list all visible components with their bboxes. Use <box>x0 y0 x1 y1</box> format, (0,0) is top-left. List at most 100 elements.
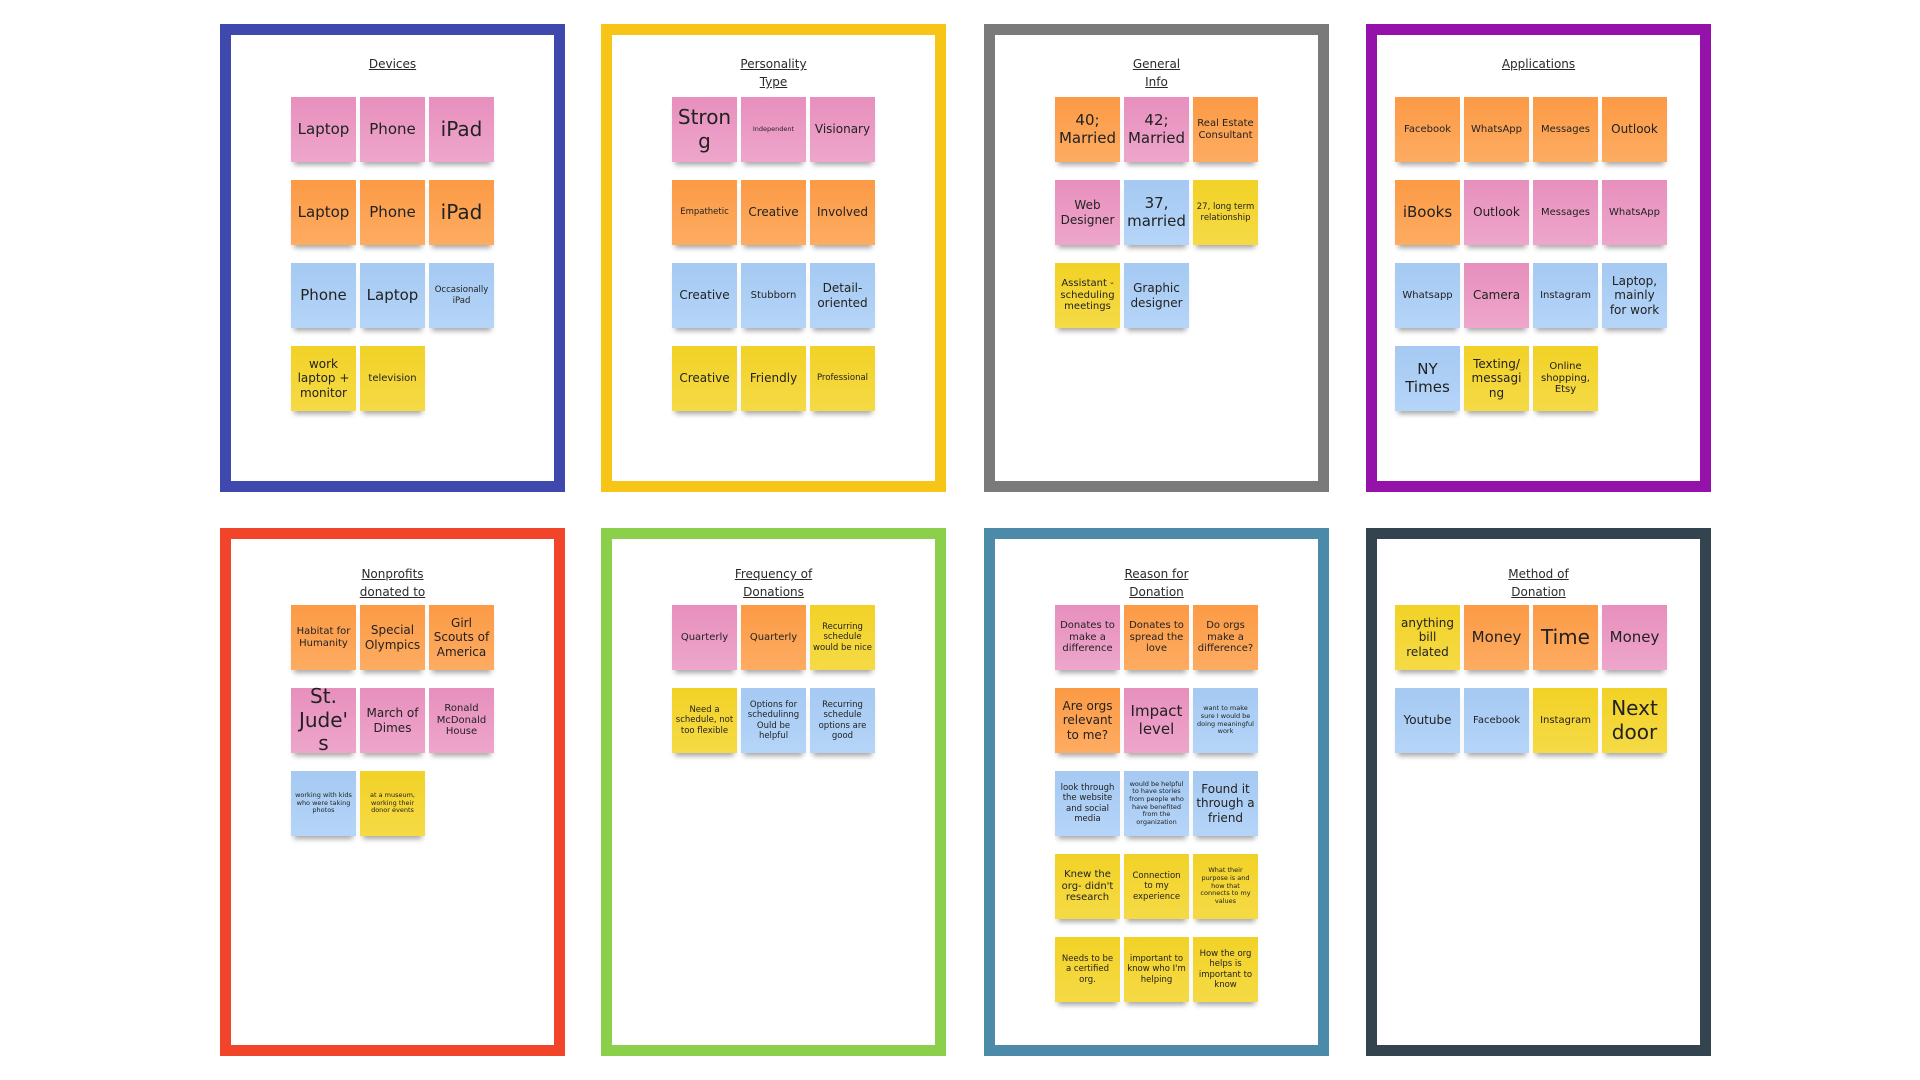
sticky-note[interactable]: Camera <box>1464 263 1529 328</box>
sticky-note[interactable]: Assistant - scheduling meetings <box>1055 263 1120 328</box>
sticky-note[interactable]: Time <box>1533 605 1598 670</box>
sticky-note[interactable]: March of Dimes <box>360 688 425 753</box>
sticky-note[interactable]: Need a schedule, not too flexible <box>672 688 737 753</box>
sticky-note[interactable]: Money <box>1464 605 1529 670</box>
sticky-note[interactable]: Laptop <box>360 263 425 328</box>
sticky-note[interactable]: What their purpose is and how that conne… <box>1193 854 1258 919</box>
sticky-note[interactable]: Donates to make a difference <box>1055 605 1120 670</box>
sticky-note[interactable]: St. Jude's <box>291 684 356 755</box>
sticky-note[interactable]: iPad <box>429 97 494 162</box>
sticky-note[interactable]: 40; Married <box>1055 97 1120 162</box>
sticky-note[interactable]: look through the website and social medi… <box>1055 771 1120 836</box>
sticky-note[interactable]: Phone <box>291 263 356 328</box>
board-applications[interactable]: Applications Facebook WhatsApp Messages Out… <box>1366 24 1711 492</box>
sticky-note[interactable]: Quarterly <box>672 605 737 670</box>
sticky-note[interactable]: Girl Scouts of America <box>429 605 494 670</box>
sticky-notes: Facebook WhatsApp Messages Outlook iBooks Out… <box>1395 97 1667 411</box>
sticky-note[interactable]: Involved <box>810 180 875 245</box>
sticky-note[interactable]: Habitat for Humanity <box>291 605 356 670</box>
sticky-note[interactable]: Creative <box>672 263 737 328</box>
sticky-note[interactable]: Creative <box>672 346 737 411</box>
sticky-note[interactable]: Outlook <box>1464 180 1529 245</box>
sticky-note[interactable]: Whatsapp <box>1395 263 1460 328</box>
sticky-note[interactable]: WhatsApp <box>1464 97 1529 162</box>
sticky-note[interactable]: Phone <box>360 97 425 162</box>
sticky-note[interactable]: working with kids who were taking photos <box>291 771 356 836</box>
sticky-note[interactable]: WhatsApp <box>1602 180 1667 245</box>
sticky-note[interactable]: Facebook <box>1464 688 1529 753</box>
sticky-note[interactable]: Occasionally iPad <box>429 263 494 328</box>
board-personality-type[interactable]: Personality Type Strong Independent Vision… <box>601 24 946 492</box>
sticky-note[interactable]: at a museum, working their donor events <box>360 771 425 836</box>
board-title: Reason for Donation <box>1124 567 1189 599</box>
sticky-note[interactable]: Graphic designer <box>1124 263 1189 328</box>
sticky-note[interactable]: Laptop <box>291 180 356 245</box>
sticky-notes: anything bill related Money Time Money Youtu… <box>1395 605 1667 753</box>
sticky-note[interactable]: Money <box>1602 605 1667 670</box>
sticky-note[interactable]: would be helpful to have stories from pe… <box>1124 771 1189 836</box>
sticky-note[interactable]: Impact level <box>1124 688 1189 753</box>
sticky-note[interactable]: Creative <box>741 180 806 245</box>
sticky-note[interactable]: Needs to be a certified org. <box>1055 937 1120 1002</box>
sticky-notes: 40; Married 42; Married Real Estate Consul… <box>1055 97 1258 328</box>
board-title: Applications <box>1501 57 1576 71</box>
sticky-note[interactable]: Recurring schedule would be nice <box>810 605 875 670</box>
sticky-note[interactable]: 27, long term relationship <box>1193 180 1258 245</box>
sticky-note[interactable]: want to make sure I would be doing meani… <box>1193 688 1258 753</box>
sticky-note[interactable]: Independent <box>741 97 806 162</box>
sticky-note[interactable]: Knew the org- didn't research <box>1055 854 1120 919</box>
sticky-note[interactable]: Found it through a friend <box>1193 771 1258 836</box>
sticky-note[interactable]: Youtube <box>1395 688 1460 753</box>
sticky-note[interactable]: Special Olympics <box>360 605 425 670</box>
sticky-note[interactable]: Donates to spread the love <box>1124 605 1189 670</box>
sticky-note[interactable]: Phone <box>360 180 425 245</box>
sticky-note[interactable]: Messages <box>1533 97 1598 162</box>
sticky-notes: Habitat for Humanity Special Olympics Girl… <box>291 605 494 836</box>
sticky-note[interactable]: Messages <box>1533 180 1598 245</box>
sticky-note[interactable]: Are orgs relevant to me? <box>1055 688 1120 753</box>
board-devices[interactable]: Devices Laptop Phone iPad Laptop Phone iPad Ph… <box>220 24 565 492</box>
sticky-note[interactable]: Stubborn <box>741 263 806 328</box>
board-general-info[interactable]: General Info 40; Married 42; Married Real … <box>984 24 1329 492</box>
sticky-note[interactable]: Quarterly <box>741 605 806 670</box>
board-frequency-of-donations[interactable]: Frequency of Donations Quarterly Quarterl… <box>601 528 946 1056</box>
sticky-note[interactable]: iBooks <box>1395 180 1460 245</box>
sticky-note[interactable]: iPad <box>429 180 494 245</box>
sticky-note[interactable]: Instagram <box>1533 688 1598 753</box>
sticky-note[interactable]: Laptop, mainly for work <box>1602 263 1667 328</box>
sticky-notes: Quarterly Quarterly Recurring schedule wou… <box>672 605 875 753</box>
sticky-note[interactable]: Real Estate Consultant <box>1193 97 1258 162</box>
sticky-note[interactable]: anything bill related <box>1395 605 1460 670</box>
sticky-note[interactable]: Next door <box>1602 688 1667 753</box>
board-title: General Info <box>1132 57 1181 89</box>
sticky-note[interactable]: television <box>360 346 425 411</box>
sticky-note[interactable]: Detail-oriented <box>810 263 875 328</box>
sticky-note[interactable]: Web Designer <box>1055 180 1120 245</box>
sticky-note[interactable]: Options for schedulinng Ould be helpful <box>741 688 806 753</box>
sticky-note[interactable]: Do orgs make a difference? <box>1193 605 1258 670</box>
board-nonprofits-donated-to[interactable]: Nonprofits donated to Habitat for Humani… <box>220 528 565 1056</box>
sticky-note[interactable]: How the org helps is important to know <box>1193 937 1258 1002</box>
sticky-note[interactable]: Facebook <box>1395 97 1460 162</box>
sticky-note[interactable]: NY Times <box>1395 346 1460 411</box>
sticky-note[interactable]: Ronald McDonald House <box>429 688 494 753</box>
board-method-of-donation[interactable]: Method of Donation anything bill related… <box>1366 528 1711 1056</box>
sticky-note[interactable]: work laptop + monitor <box>291 346 356 411</box>
sticky-note[interactable]: Instagram <box>1533 263 1598 328</box>
sticky-note[interactable]: Recurring schedule options are good <box>810 688 875 753</box>
sticky-note[interactable]: Professional <box>810 346 875 411</box>
sticky-note[interactable]: Friendly <box>741 346 806 411</box>
sticky-note[interactable]: 37, married <box>1124 180 1189 245</box>
sticky-note[interactable]: Connection to my experience <box>1124 854 1189 919</box>
sticky-note[interactable]: Texting/ messagi ng <box>1464 346 1529 411</box>
sticky-note[interactable]: Outlook <box>1602 97 1667 162</box>
sticky-note[interactable]: Empathetic <box>672 180 737 245</box>
board-reason-for-donation[interactable]: Reason for Donation Donates to make a di… <box>984 528 1329 1056</box>
sticky-note[interactable]: 42; Married <box>1124 97 1189 162</box>
sticky-note[interactable]: important to know who I'm helping <box>1124 937 1189 1002</box>
sticky-note[interactable]: Laptop <box>291 97 356 162</box>
sticky-note[interactable]: Strong <box>672 97 737 162</box>
board-title: Method of Donation <box>1508 567 1569 599</box>
sticky-note[interactable]: Online shopping, Etsy <box>1533 346 1598 411</box>
sticky-note[interactable]: Visionary <box>810 97 875 162</box>
